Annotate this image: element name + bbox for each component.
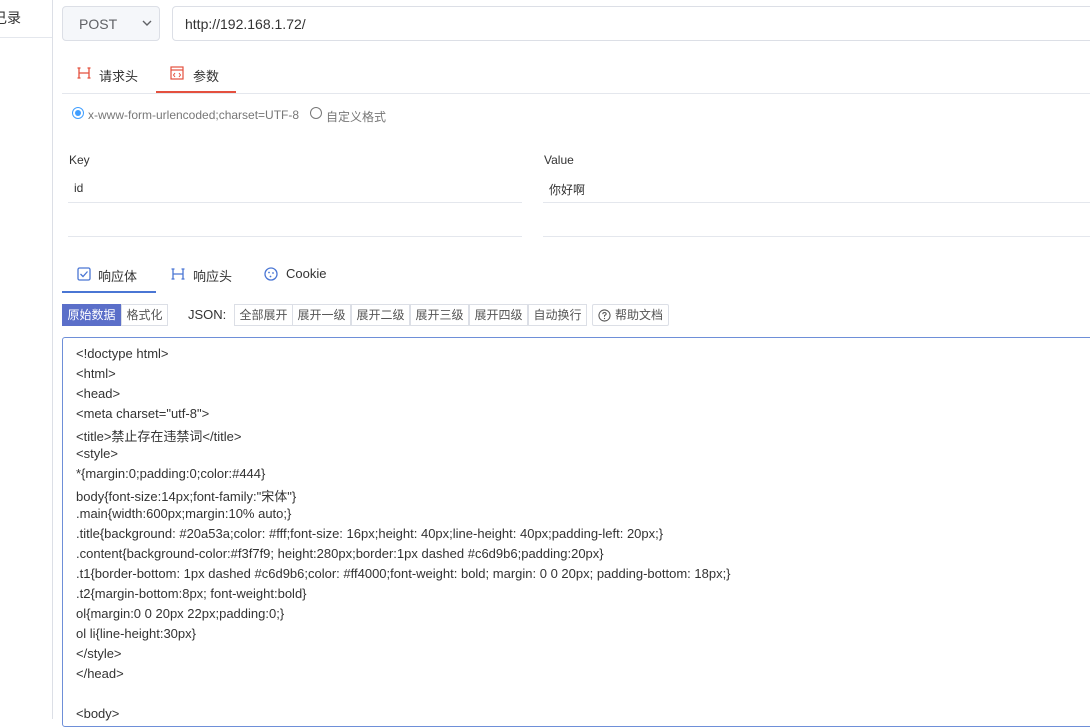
code-line: *{margin:0;padding:0;color:#444} (76, 466, 266, 481)
code-line: body{font-size:14px;font-family:"宋体"} (76, 489, 297, 504)
request-tabs: 请求头 参数 (62, 56, 1090, 94)
help-icon (598, 309, 611, 322)
tab-params-label: 参数 (193, 70, 220, 85)
code-line: <style> (76, 446, 118, 461)
radio-urlencoded-label: x-www-form-urlencoded;charset=UTF-8 (88, 108, 300, 122)
code-line: .t2{margin-bottom:8px; font-weight:bold} (76, 586, 307, 601)
format-button[interactable]: 格式化 (121, 304, 168, 326)
code-line: <meta charset="utf-8"> (76, 406, 210, 421)
tab-params[interactable]: 参数 (156, 56, 236, 93)
response-tabs: 响应体 响应头 Cookie (62, 256, 1090, 294)
response-body-editor[interactable]: <!doctype html> <html> <head> <meta charset… (62, 337, 1090, 727)
heading-icon (77, 67, 91, 79)
param-value-underline-empty (543, 236, 1090, 237)
heading-icon (171, 268, 185, 280)
param-key-underline-empty (68, 236, 522, 237)
tab-cookie-label: Cookie (286, 266, 327, 281)
radio-custom-format[interactable] (310, 107, 322, 119)
tab-response-body[interactable]: 响应体 (62, 256, 156, 293)
tab-cookie[interactable]: Cookie (252, 256, 344, 293)
code-line: .main{width:600px;margin:10% auto;} (76, 506, 292, 521)
code-line: .title{background: #20a53a;color: #fff;f… (76, 526, 664, 541)
param-key-input-empty[interactable] (74, 215, 522, 233)
param-key-input[interactable]: id (74, 181, 83, 195)
cookie-icon (264, 267, 278, 281)
code-line: <title>禁止存在违禁词</title> (76, 429, 242, 444)
url-value: http://192.168.1.72/ (185, 16, 306, 32)
tab-response-headers-label: 响应头 (193, 270, 233, 285)
expand-level-4-button[interactable]: 展开四级 (469, 304, 528, 326)
code-line: </style> (76, 646, 122, 661)
help-docs-label: 帮助文档 (615, 308, 664, 322)
expand-level-3-button[interactable]: 展开三级 (410, 304, 469, 326)
param-value-underline (543, 202, 1090, 203)
sidebar-history-label[interactable]: 己录 (0, 8, 21, 28)
chevron-down-icon (142, 20, 152, 26)
param-value-input-empty[interactable] (549, 215, 1089, 233)
code-icon (170, 66, 184, 80)
params-key-header: Key (69, 153, 90, 167)
code-line: .content{background-color:#f3f7f9; heigh… (76, 546, 604, 561)
raw-data-button[interactable]: 原始数据 (62, 304, 121, 326)
help-docs-button[interactable]: 帮助文档 (592, 304, 669, 326)
word-wrap-button[interactable]: 自动换行 (528, 304, 587, 326)
sidebar-divider (0, 37, 52, 38)
method-value: POST (79, 16, 118, 32)
tab-response-body-label: 响应体 (98, 270, 138, 285)
tab-request-headers-label: 请求头 (99, 70, 139, 85)
code-line: ol{margin:0 0 20px 22px;padding:0;} (76, 606, 285, 621)
tab-request-headers[interactable]: 请求头 (62, 56, 154, 93)
expand-all-button[interactable]: 全部展开 (234, 304, 293, 326)
expand-level-2-button[interactable]: 展开二级 (351, 304, 410, 326)
params-value-header: Value (544, 153, 574, 167)
radio-urlencoded[interactable] (72, 107, 84, 119)
code-line: </head> (76, 666, 124, 681)
json-label: JSON: (188, 307, 227, 322)
code-line: <html> (76, 366, 116, 381)
url-input[interactable]: http://192.168.1.72/ (172, 6, 1090, 41)
code-line: <head> (76, 386, 121, 401)
code-line: <!doctype html> (76, 346, 169, 361)
method-select[interactable]: POST (62, 6, 160, 41)
param-key-underline (68, 202, 522, 203)
sidebar: 己录 (0, 0, 53, 719)
expand-level-1-button[interactable]: 展开一级 (292, 304, 351, 326)
code-line: .t1{border-bottom: 1px dashed #c6d9b6;co… (76, 566, 731, 581)
param-value-input[interactable]: 你好啊 (549, 181, 585, 198)
radio-custom-format-label: 自定义格式 (326, 110, 387, 124)
tab-response-headers[interactable]: 响应头 (158, 256, 250, 293)
code-line: ol li{line-height:30px} (76, 626, 196, 641)
checkbox-icon (77, 267, 91, 281)
